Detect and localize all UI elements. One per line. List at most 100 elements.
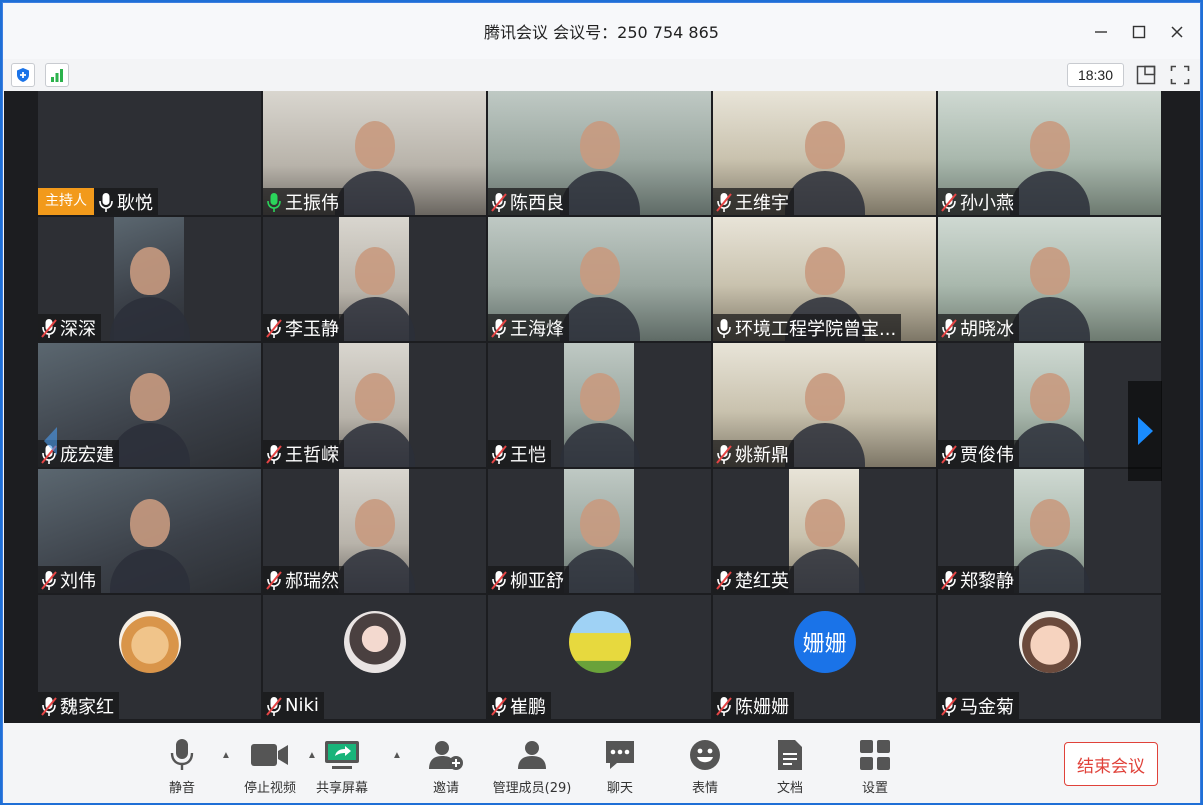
mic-muted-icon <box>41 570 57 590</box>
participant-silhouette <box>804 121 845 169</box>
participant-silhouette <box>579 499 620 547</box>
mic-muted-icon <box>491 570 507 590</box>
mic-muted-icon <box>941 570 957 590</box>
participant-nametag: 刘伟 <box>38 566 101 593</box>
maximize-icon <box>1132 25 1146 39</box>
mic-muted-icon <box>41 696 57 716</box>
mic-muted-icon <box>491 696 507 716</box>
participant-tile[interactable]: 王哲嵘 <box>263 343 486 467</box>
participant-tile[interactable]: 环境工程学院曾宝... <box>713 217 936 341</box>
participant-tile[interactable]: 崔鹏 <box>488 595 711 719</box>
invite-button[interactable]: 邀请 <box>401 737 491 796</box>
participant-tile[interactable]: 郝瑞然 <box>263 469 486 593</box>
participant-nametag: 深深 <box>38 314 101 341</box>
participant-tile[interactable]: Niki <box>263 595 486 719</box>
participant-tile[interactable]: 王维宇 <box>713 91 936 215</box>
participant-silhouette <box>579 373 620 421</box>
security-button[interactable] <box>11 63 35 87</box>
manage-members-button[interactable]: 管理成员(29) <box>487 737 577 796</box>
fullscreen-button[interactable] <box>1168 63 1192 87</box>
share-screen-button[interactable]: 共享屏幕 <box>297 737 387 796</box>
chat-button[interactable]: 聊天 <box>575 737 665 796</box>
mic-icon <box>267 192 281 212</box>
participant-name: 王恺 <box>510 444 546 466</box>
participant-tile[interactable]: 孙小燕 <box>938 91 1161 215</box>
participant-nametag: 李玉静 <box>263 314 344 341</box>
participant-nametag: 姚新鼎 <box>713 440 794 467</box>
participant-nametag: Niki <box>263 692 324 719</box>
participant-name: 李玉静 <box>285 318 339 340</box>
mic-muted-icon <box>266 696 282 716</box>
participant-nametag: 王恺 <box>488 440 551 467</box>
maximize-button[interactable] <box>1124 17 1154 47</box>
participant-tile[interactable]: 刘伟 <box>38 469 261 593</box>
meeting-clock: 18:30 <box>1066 63 1124 87</box>
docs-button[interactable]: 文档 <box>745 737 835 796</box>
participant-tile[interactable]: 陈西良 <box>488 91 711 215</box>
close-icon <box>1171 26 1183 38</box>
participant-tile[interactable]: 魏家红 <box>38 595 261 719</box>
network-button[interactable] <box>45 63 69 87</box>
minimize-icon <box>1095 31 1107 33</box>
participant-tile[interactable]: 王恺 <box>488 343 711 467</box>
layout-button[interactable] <box>1134 63 1158 87</box>
participant-tile[interactable]: 主持人 耿悦 <box>38 91 261 215</box>
participant-name: 郝瑞然 <box>285 570 339 592</box>
next-page-button[interactable] <box>1128 381 1162 481</box>
participant-name: 贾俊伟 <box>960 444 1014 466</box>
participant-nametag: 郝瑞然 <box>263 566 344 593</box>
invite-icon <box>429 741 463 770</box>
participant-nametag: 陈姗姗 <box>713 692 794 719</box>
title-bar: 腾讯会议 会议号：250 754 865 <box>3 3 1200 59</box>
participant-nametag: 贾俊伟 <box>938 440 1019 467</box>
participant-tile[interactable]: 王海烽 <box>488 217 711 341</box>
share-screen-icon <box>325 741 359 769</box>
participant-silhouette <box>1029 499 1070 547</box>
participant-tile[interactable]: 王振伟 <box>263 91 486 215</box>
participant-silhouette <box>129 499 170 547</box>
participant-tile[interactable]: 马金菊 <box>938 595 1161 719</box>
participant-tile[interactable]: 郑黎静 <box>938 469 1161 593</box>
minimize-button[interactable] <box>1086 17 1116 47</box>
participant-name: 刘伟 <box>60 570 96 592</box>
chat-icon <box>606 741 634 769</box>
stop-video-label: 停止视频 <box>243 781 296 796</box>
participant-tile[interactable]: 柳亚舒 <box>488 469 711 593</box>
avatar <box>1018 611 1081 673</box>
participant-nametag: 郑黎静 <box>938 566 1019 593</box>
participant-tile[interactable]: 姗姗 陈姗姗 <box>713 595 936 719</box>
participant-name: 王振伟 <box>285 192 339 214</box>
mic-muted-icon <box>491 318 507 338</box>
participant-nametag: 魏家红 <box>38 692 119 719</box>
participant-tile[interactable]: 庞宏建 <box>38 343 261 467</box>
participant-name: 庞宏建 <box>60 444 114 466</box>
mic-muted-icon <box>266 318 282 338</box>
participant-silhouette <box>1029 373 1070 421</box>
prev-page-button[interactable] <box>38 391 62 491</box>
participant-tile[interactable]: 胡晓冰 <box>938 217 1161 341</box>
end-meeting-button[interactable]: 结束会议 <box>1064 742 1158 786</box>
participant-silhouette <box>129 373 170 421</box>
settings-button[interactable]: 设置 <box>830 737 920 796</box>
emoji-label: 表情 <box>691 781 718 796</box>
mic-muted-icon <box>941 192 957 212</box>
meeting-window: 腾讯会议 会议号：250 754 865 18:30 主持人 耿悦王振伟 陈西良… <box>2 2 1201 803</box>
participant-tile[interactable]: 李玉静 <box>263 217 486 341</box>
mic-muted-icon <box>716 570 732 590</box>
participant-silhouette <box>354 373 395 421</box>
mic-muted-icon <box>491 192 507 212</box>
participant-grid: 主持人 耿悦 王振伟 陈西良 王维宇 孙小燕深深 李玉静 王海烽 环境工程学院曾宝... 胡晓冰庞… <box>38 91 1164 723</box>
emoji-button[interactable]: 表情 <box>660 737 750 796</box>
participant-silhouette <box>354 499 395 547</box>
participant-silhouette <box>804 373 845 421</box>
participant-tile[interactable]: 楚红英 <box>713 469 936 593</box>
avatar <box>118 611 181 673</box>
participant-silhouette <box>354 247 395 295</box>
window-title: 腾讯会议 会议号：250 754 865 <box>484 23 719 42</box>
mic-muted-icon <box>716 444 732 464</box>
participant-tile[interactable]: 姚新鼎 <box>713 343 936 467</box>
mute-button[interactable]: 静音 <box>137 737 227 796</box>
chevron-left-icon <box>44 427 57 455</box>
close-button[interactable] <box>1162 17 1192 47</box>
participant-tile[interactable]: 深深 <box>38 217 261 341</box>
